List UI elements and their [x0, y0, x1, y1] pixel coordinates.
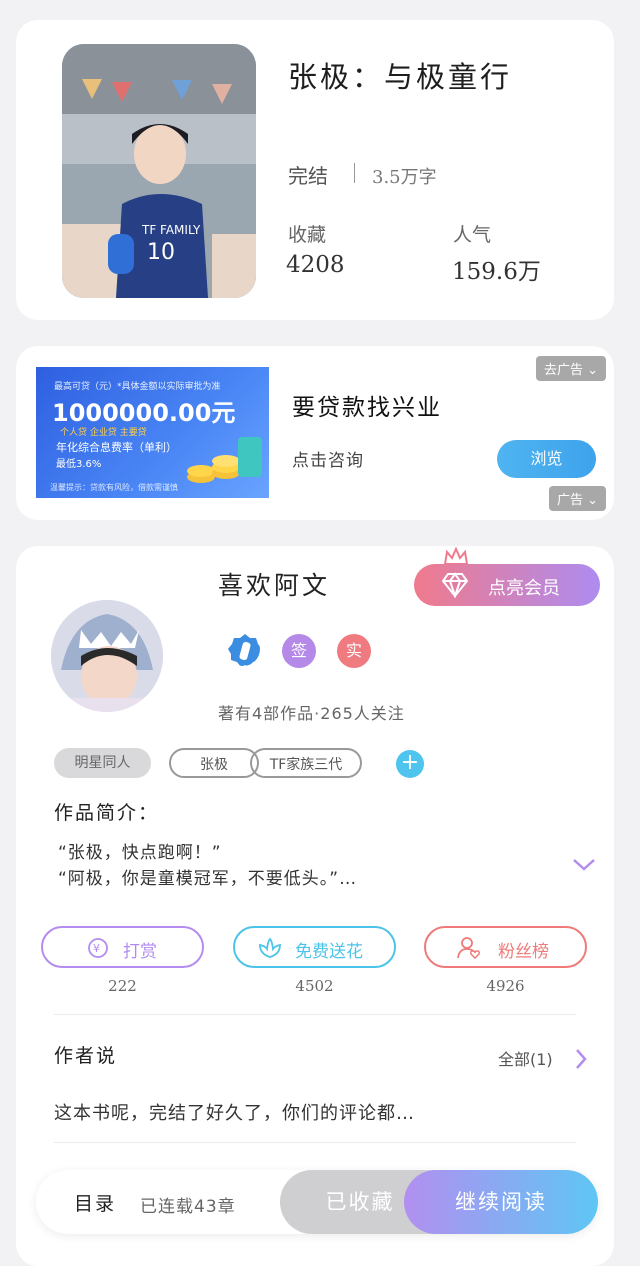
medal-badge-icon: [228, 634, 260, 666]
ad-image-tags: 个人贷 企业贷 主要贷: [60, 428, 147, 438]
author-says-title: 作者说: [54, 1045, 118, 1067]
ad-image-rate-value: 最低3.6%: [56, 459, 102, 470]
ad-card[interactable]: 最高可贷（元）*具体金额以实际审批为准 1000000.00元 个人贷 企业贷 …: [16, 346, 614, 520]
bottom-action-bar: 目录 已连载43章 已收藏 继续阅读: [36, 1170, 598, 1234]
ad-title: 要贷款找兴业: [292, 395, 442, 421]
signed-badge: 签: [282, 634, 316, 668]
fan-ranking-button[interactable]: 粉丝榜: [424, 926, 587, 968]
tip-button-label: 打赏: [123, 942, 157, 962]
popularity-value: 159.6万: [452, 259, 541, 285]
svg-text:¥: ¥: [93, 942, 100, 955]
author-says-all-link[interactable]: 全部(1): [498, 1046, 553, 1070]
tag-star-fanfic[interactable]: 明星同人: [54, 748, 151, 778]
tip-button[interactable]: ¥ 打赏: [41, 926, 204, 968]
author-says-text[interactable]: 这本书呢，完结了好久了，你们的评论都…: [54, 1099, 415, 1125]
crown-icon: [443, 546, 469, 565]
favorites-label: 收藏: [288, 224, 327, 246]
author-avatar[interactable]: [51, 600, 163, 712]
fan-count: 4926: [486, 977, 525, 995]
tag-zhangji[interactable]: 张极: [169, 748, 259, 778]
author-card: 喜欢阿文 点亮会员 签 实 著有4部作品·265人关注 明星同人 张极 TF家族…: [16, 546, 614, 1266]
continue-reading-button[interactable]: 继续阅读: [404, 1170, 598, 1234]
book-title: 张极：与极童行: [288, 60, 513, 94]
fan-ranking-label: 粉丝榜: [498, 942, 549, 962]
ad-image-disclaimer: 温馨提示：贷款有风险，借款需谨慎: [50, 483, 178, 492]
book-info-card: TF FAMILY 10 张极：与极童行 完结 3.5万字 收藏 4208 人气…: [16, 20, 614, 320]
tip-count: 222: [108, 977, 137, 995]
toc-button[interactable]: 目录: [74, 1189, 116, 1216]
favorites-value: 4208: [286, 252, 345, 278]
ad-image-line1: 最高可贷（元）*具体金额以实际审批为准: [54, 382, 221, 392]
word-count: 3.5万字: [372, 167, 437, 188]
section-divider: [54, 1014, 576, 1015]
status-divider: [354, 163, 355, 183]
author-name[interactable]: 喜欢阿文: [218, 566, 330, 602]
diamond-icon: [441, 572, 469, 598]
verified-badge: 实: [337, 634, 371, 668]
tag-tf-family[interactable]: TF家族三代: [250, 748, 362, 778]
coins-icon: [187, 437, 262, 483]
book-status: 完结: [288, 164, 328, 188]
author-works-info: 著有4部作品·265人关注: [218, 704, 405, 723]
ad-image[interactable]: 最高可贷（元）*具体金额以实际审批为准 1000000.00元 个人贷 企业贷 …: [36, 367, 269, 498]
flower-icon: [259, 937, 281, 958]
ad-browse-button[interactable]: 浏览: [497, 440, 596, 478]
book-cover-image[interactable]: TF FAMILY 10: [62, 44, 256, 298]
serial-chapters: 已连载43章: [140, 1197, 236, 1217]
vip-button[interactable]: 点亮会员: [414, 564, 600, 606]
ad-image-rate-label: 年化综合息费率（单利）: [56, 441, 177, 454]
add-tag-icon[interactable]: +: [396, 750, 424, 778]
expand-chevron-down-icon[interactable]: [572, 856, 596, 872]
ad-label-tag[interactable]: 广告 ⌄: [548, 486, 606, 511]
coin-icon: ¥: [88, 938, 108, 958]
remove-ad-tag[interactable]: 去广告 ⌄: [535, 356, 606, 381]
intro-line: “阿极，你是童模冠军，不要低头。”…: [58, 869, 358, 889]
send-flower-button[interactable]: 免费送花: [233, 926, 396, 968]
svg-text:10: 10: [147, 240, 175, 265]
ad-subtitle: 点击咨询: [292, 451, 364, 471]
send-flower-label: 免费送花: [295, 942, 363, 962]
user-heart-icon: [457, 937, 480, 960]
section-divider: [54, 1142, 576, 1143]
vip-button-label: 点亮会员: [488, 578, 560, 599]
ad-image-amount: 1000000.00元: [52, 399, 236, 427]
svg-text:TF FAMILY: TF FAMILY: [141, 223, 201, 237]
flower-count: 4502: [295, 977, 334, 995]
popularity-label: 人气: [453, 224, 492, 246]
intro-line: “张极，快点跑啊！”: [58, 843, 222, 863]
intro-label: 作品简介：: [54, 802, 160, 824]
chevron-right-icon[interactable]: [574, 1048, 588, 1070]
